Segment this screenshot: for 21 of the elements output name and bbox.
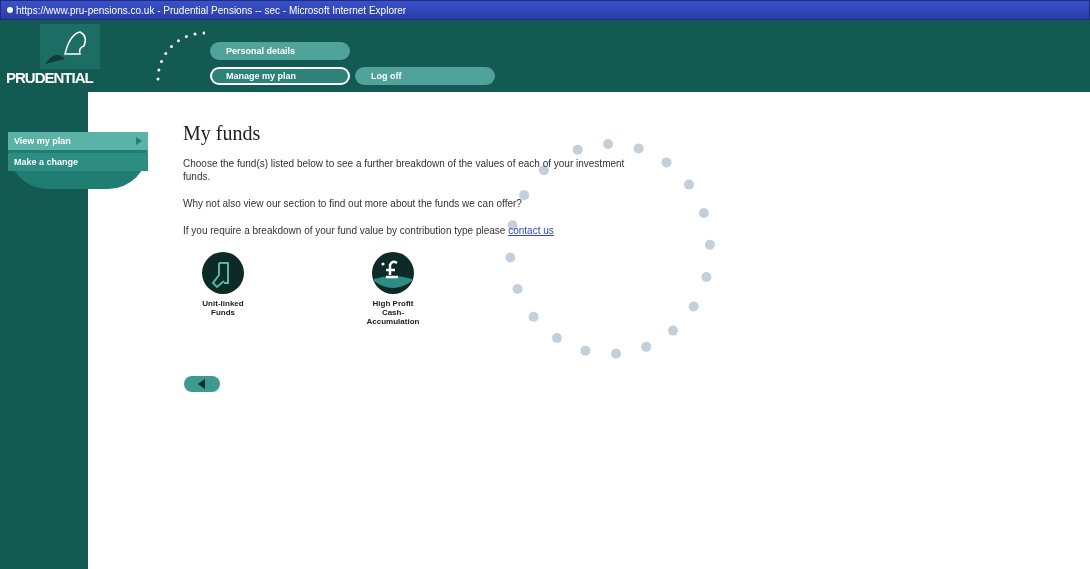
browser-icon: [7, 7, 13, 13]
sidebar-item[interactable]: Make a change: [8, 153, 148, 171]
page-heading: My funds: [183, 122, 262, 145]
pound-icon[interactable]: [371, 251, 415, 295]
arrow-icon: [136, 137, 142, 145]
paragraph: Why not also view our section to find out more about the funds we can offer?: [183, 197, 523, 210]
fund-label[interactable]: High Profit Cash-Accumulation: [363, 299, 423, 326]
paragraph: If you require a breakdown of your fund value by contribution type please contact us: [183, 224, 555, 237]
dotted-arc-drawing: [155, 30, 205, 82]
fund-label[interactable]: Unit-linked Funds: [193, 299, 253, 317]
lion-drawing: [40, 24, 100, 69]
back-button[interactable]: [183, 374, 221, 394]
nav-button[interactable]: Log off: [355, 67, 495, 85]
window-title: https://www.pru-pensions.co.uk - Prudential Pensions -- sec - Microsoft Internet Explorer: [16, 4, 407, 16]
contact-link[interactable]: contact us: [508, 225, 554, 236]
paragraph: Choose the fund(s) listed below to see a further breakdown of the values of each of your investment funds.: [183, 157, 626, 183]
nav-button[interactable]: Manage my plan: [210, 67, 350, 85]
logo: PRUDENTIAL: [6, 69, 95, 86]
fund-icon[interactable]: [201, 251, 245, 295]
sidebar-item[interactable]: View my plan: [8, 132, 148, 150]
nav-button[interactable]: Personal details: [210, 42, 350, 60]
